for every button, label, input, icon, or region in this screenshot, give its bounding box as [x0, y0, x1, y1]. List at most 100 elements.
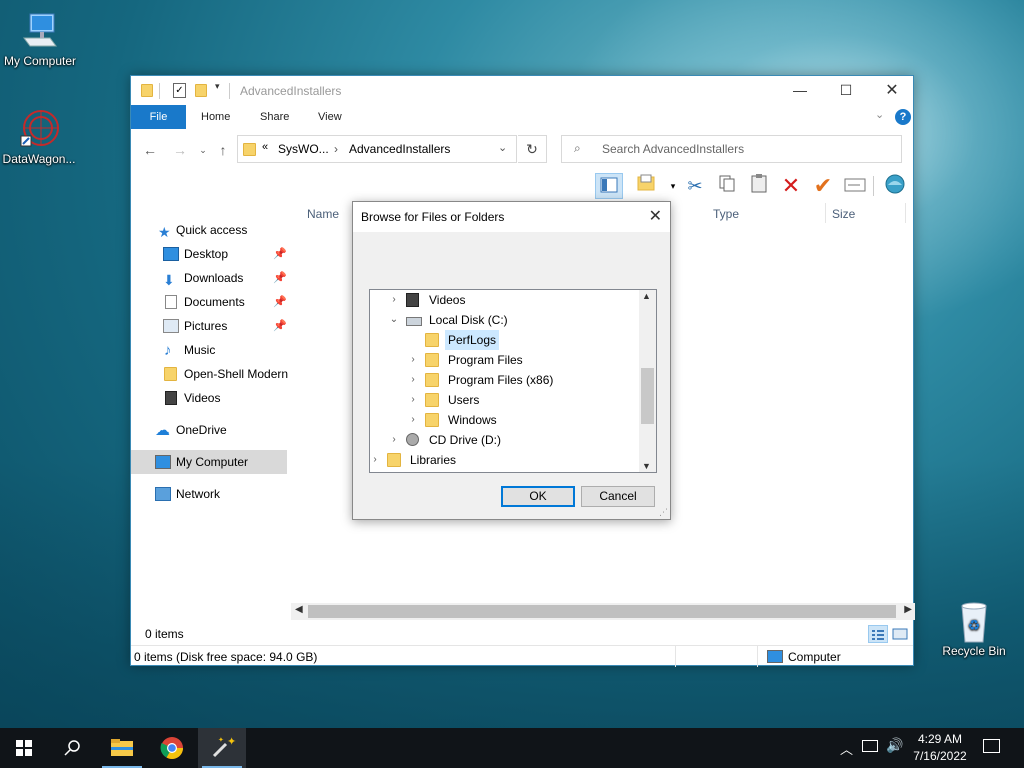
scroll-right-icon[interactable]: ▶ [904, 604, 912, 615]
nav-label: Pictures [184, 319, 228, 333]
nav-my-computer[interactable]: My Computer [131, 450, 287, 474]
film-icon [165, 391, 177, 405]
scroll-down-icon[interactable]: ▼ [642, 461, 651, 471]
tree-label: Videos [429, 293, 466, 307]
nav-open-shell-modern[interactable]: Open-Shell Modern [131, 362, 288, 386]
folder-icon [243, 143, 256, 156]
up-arrow-icon[interactable]: ↑ [213, 140, 233, 160]
expand-arrow-icon[interactable]: › [370, 450, 381, 470]
pin-icon[interactable]: 📌 [273, 242, 287, 266]
expand-arrow-icon[interactable]: › [407, 390, 419, 410]
expand-arrow-icon[interactable]: › [388, 430, 400, 450]
column-header-size[interactable]: Size [832, 207, 855, 221]
nav-downloads[interactable]: ⬇ Downloads 📌 [131, 266, 287, 290]
nav-onedrive[interactable]: ☁ OneDrive [131, 418, 287, 442]
back-arrow-icon[interactable]: ← [140, 140, 160, 160]
scrollbar-thumb[interactable] [641, 368, 654, 424]
overflow-icon[interactable]: « [262, 141, 268, 153]
cancel-button[interactable]: Cancel [581, 486, 655, 507]
address-dropdown-icon[interactable]: ⌄ [498, 141, 507, 154]
close-button[interactable]: ✕ [869, 76, 915, 105]
desktop-icon-recycle-bin[interactable]: ♻ Recycle Bin [934, 600, 1014, 658]
search-button[interactable] [48, 728, 96, 768]
navigation-pane-icon[interactable] [595, 173, 623, 199]
network-status-icon[interactable] [862, 740, 878, 752]
customize-qa-icon[interactable]: ▾ [215, 81, 220, 97]
tab-file[interactable]: File [131, 105, 186, 129]
refresh-button[interactable]: ↻ [518, 135, 547, 163]
horizontal-scrollbar[interactable]: ◀ ▶ [291, 603, 915, 620]
nav-documents[interactable]: Documents 📌 [131, 290, 287, 314]
folder-tree[interactable]: › Videos ⌄ Local Disk (C:) PerfLogs › Pr… [369, 289, 657, 473]
tab-view[interactable]: View [306, 105, 354, 129]
expand-arrow-icon[interactable]: › [388, 290, 400, 310]
column-header-name[interactable]: Name [307, 207, 339, 221]
open-shell-icon[interactable] [881, 173, 909, 199]
tab-home[interactable]: Home [189, 105, 242, 129]
desktop-icon-my-computer[interactable]: My Computer [0, 10, 80, 68]
properties-check-icon[interactable]: ✔ [809, 173, 837, 199]
nav-music[interactable]: ♪ Music [131, 338, 287, 362]
help-icon[interactable]: ? [895, 109, 911, 125]
view-options-icon[interactable] [633, 173, 661, 199]
dialog-close-icon[interactable]: ✕ [649, 206, 662, 226]
breadcrumb-advancedinstallers[interactable]: AdvancedInstallers [349, 142, 450, 156]
cut-icon[interactable]: ✂ [681, 173, 709, 199]
nav-videos[interactable]: Videos [131, 386, 287, 410]
system-clock[interactable]: 4:29 AM 7/16/2022 [905, 731, 975, 765]
tree-label: CD Drive (D:) [429, 433, 501, 447]
resize-grip-icon[interactable]: ⋰ [659, 507, 668, 518]
properties-icon[interactable]: ✓ [173, 83, 186, 98]
expand-arrow-icon[interactable]: › [407, 350, 419, 370]
nav-label: My Computer [176, 455, 249, 469]
address-bar[interactable]: « SysWO... › AdvancedInstallers ⌄ [237, 135, 517, 163]
tab-share[interactable]: Share [248, 105, 301, 129]
ribbon-expand-icon[interactable]: ⌄ [875, 108, 884, 121]
volume-icon[interactable]: 🔊 [886, 737, 903, 754]
recent-locations-icon[interactable]: ⌄ [193, 140, 213, 160]
copy-icon[interactable] [713, 173, 741, 199]
collapse-arrow-icon[interactable]: ⌄ [388, 310, 400, 330]
nav-pictures[interactable]: Pictures 📌 [131, 314, 287, 338]
file-explorer-taskbar-button[interactable] [98, 728, 146, 768]
column-header-type[interactable]: Type [713, 207, 739, 221]
tree-vertical-scrollbar[interactable]: ▲ ▼ [639, 290, 656, 472]
scrollbar-thumb[interactable] [308, 605, 896, 618]
start-button[interactable] [0, 728, 48, 768]
folder-icon [141, 84, 153, 97]
large-icons-view-icon[interactable] [891, 626, 909, 642]
search-input[interactable]: ⌕ Search AdvancedInstallers [561, 135, 902, 163]
desktop-icon-datawagon[interactable]: DataWagon... [0, 108, 79, 166]
cd-drive-icon [406, 433, 419, 446]
nav-label: Videos [184, 391, 221, 405]
navigation-bar: ← → ⌄ ↑ « SysWO... › AdvancedInstallers … [131, 134, 913, 166]
new-folder-icon[interactable] [195, 84, 207, 97]
nav-network[interactable]: Network [131, 482, 287, 506]
expand-arrow-icon[interactable]: › [407, 410, 419, 430]
expand-arrow-icon[interactable]: › [407, 370, 419, 390]
search-icon [64, 740, 80, 756]
scroll-up-icon[interactable]: ▲ [642, 291, 651, 301]
minimize-button[interactable]: — [777, 76, 823, 105]
divider [229, 83, 230, 99]
pin-icon[interactable]: 📌 [273, 266, 287, 290]
paste-icon[interactable] [745, 173, 773, 199]
rename-icon[interactable] [841, 173, 869, 199]
ok-button[interactable]: OK [501, 486, 575, 507]
show-hidden-icons-icon[interactable]: ︿ [840, 739, 853, 758]
chrome-taskbar-button[interactable] [148, 728, 196, 768]
pin-icon[interactable]: 📌 [273, 314, 287, 338]
breadcrumb-syswow[interactable]: SysWO... [278, 142, 329, 156]
installer-taskbar-button[interactable]: ✦ ✦ [198, 728, 246, 768]
details-view-icon[interactable] [868, 625, 888, 643]
scroll-left-icon[interactable]: ◀ [295, 604, 303, 615]
pin-icon[interactable]: 📌 [273, 290, 287, 314]
maximize-button[interactable]: ☐ [823, 76, 869, 105]
nav-desktop[interactable]: Desktop 📌 [131, 242, 287, 266]
forward-arrow-icon[interactable]: → [170, 140, 190, 160]
notifications-icon[interactable] [983, 739, 1000, 753]
nav-quick-access[interactable]: ★ Quick access [131, 218, 287, 242]
delete-icon[interactable]: ✕ [777, 173, 805, 199]
windows-logo-icon [16, 740, 32, 756]
libraries-icon [387, 453, 401, 467]
